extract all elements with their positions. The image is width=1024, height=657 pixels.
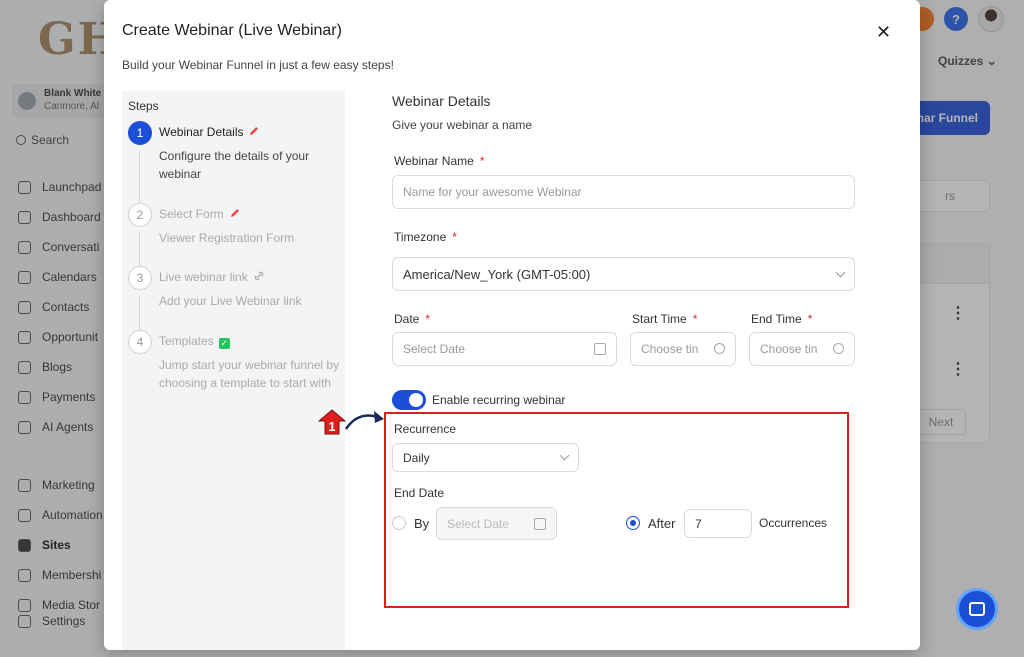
dialog-title: Create Webinar (Live Webinar) — [122, 22, 342, 39]
step-number: 4 — [128, 330, 152, 354]
step-select-form[interactable]: 2 Select Form Viewer Registration Form — [128, 203, 343, 267]
timezone-select[interactable]: America/New_York (GMT-05:00) — [392, 257, 855, 291]
highlight-box — [384, 412, 849, 608]
step-title: Templates — [159, 334, 214, 348]
section-subtitle: Give your webinar a name — [392, 118, 533, 132]
step-title: Webinar Details — [159, 125, 244, 139]
arrow-right-icon — [344, 411, 384, 430]
chat-icon — [969, 602, 985, 616]
end-time-label: End Time * — [751, 312, 812, 326]
clock-icon — [833, 343, 844, 354]
label-text: Webinar Name — [394, 154, 474, 168]
date-label: Date * — [394, 312, 430, 326]
recurring-toggle-label: Enable recurring webinar — [432, 393, 566, 407]
webinar-name-input[interactable]: Name for your awesome Webinar — [392, 175, 855, 209]
calendar-icon — [594, 343, 606, 355]
toggle-knob — [409, 393, 423, 407]
step-number: 1 — [128, 121, 152, 145]
required-mark: * — [425, 312, 431, 326]
label-text: End Time — [751, 312, 802, 326]
callout-number: 1 — [328, 419, 335, 434]
timezone-label: Timezone * — [394, 230, 457, 244]
label-text: Date — [394, 312, 420, 326]
date-picker[interactable]: Select Date — [392, 332, 617, 366]
step-connector — [139, 296, 140, 330]
start-time-placeholder: Choose tin — [641, 342, 699, 356]
callout-badge: 1 — [318, 409, 346, 435]
step-webinar-details[interactable]: 1 Webinar Details Configure the details … — [128, 121, 343, 203]
close-icon[interactable]: ✕ — [876, 22, 891, 43]
chat-widget-button[interactable] — [956, 588, 998, 630]
start-time-label: Start Time * — [632, 312, 697, 326]
end-time-placeholder: Choose tin — [760, 342, 818, 356]
required-mark: * — [479, 154, 485, 168]
section-title: Webinar Details — [392, 93, 491, 109]
step-description: Configure the details of your webinar — [159, 149, 310, 181]
timezone-value: America/New_York (GMT-05:00) — [403, 266, 591, 282]
link-icon — [254, 271, 264, 281]
step-live-webinar-link[interactable]: 3 Live webinar link Add your Live Webina… — [128, 266, 343, 330]
step-connector — [139, 151, 140, 203]
clock-icon — [714, 343, 725, 354]
pencil-icon — [250, 127, 259, 135]
label-text: Start Time — [632, 312, 687, 326]
label-text: Timezone — [394, 230, 447, 244]
start-time-picker[interactable]: Choose tin — [630, 332, 736, 366]
step-connector — [139, 233, 140, 267]
end-time-picker[interactable]: Choose tin — [749, 332, 855, 366]
step-description: Viewer Registration Form — [159, 231, 295, 245]
steps-heading: Steps — [128, 99, 159, 113]
step-description: Jump start your webinar funnel by choosi… — [159, 358, 340, 390]
step-title: Select Form — [159, 207, 224, 221]
dialog-subtitle: Build your Webinar Funnel in just a few … — [122, 58, 394, 72]
required-mark: * — [452, 230, 457, 244]
step-templates[interactable]: 4 Templates ✓ Jump start your webinar fun… — [128, 330, 343, 420]
step-description: Add your Live Webinar link — [159, 294, 302, 308]
steps-panel: Steps 1 Webinar Details Configure the de… — [122, 91, 345, 650]
recurring-toggle[interactable] — [392, 390, 426, 410]
chevron-down-icon — [835, 267, 846, 278]
required-mark: * — [807, 312, 813, 326]
required-mark: * — [692, 312, 698, 326]
step-number: 2 — [128, 203, 152, 227]
date-placeholder: Select Date — [403, 342, 466, 356]
check-icon: ✓ — [218, 338, 230, 349]
webinar-name-label: Webinar Name * — [394, 154, 484, 168]
pencil-icon — [230, 209, 239, 217]
step-title: Live webinar link — [159, 270, 248, 284]
step-number: 3 — [128, 266, 152, 290]
